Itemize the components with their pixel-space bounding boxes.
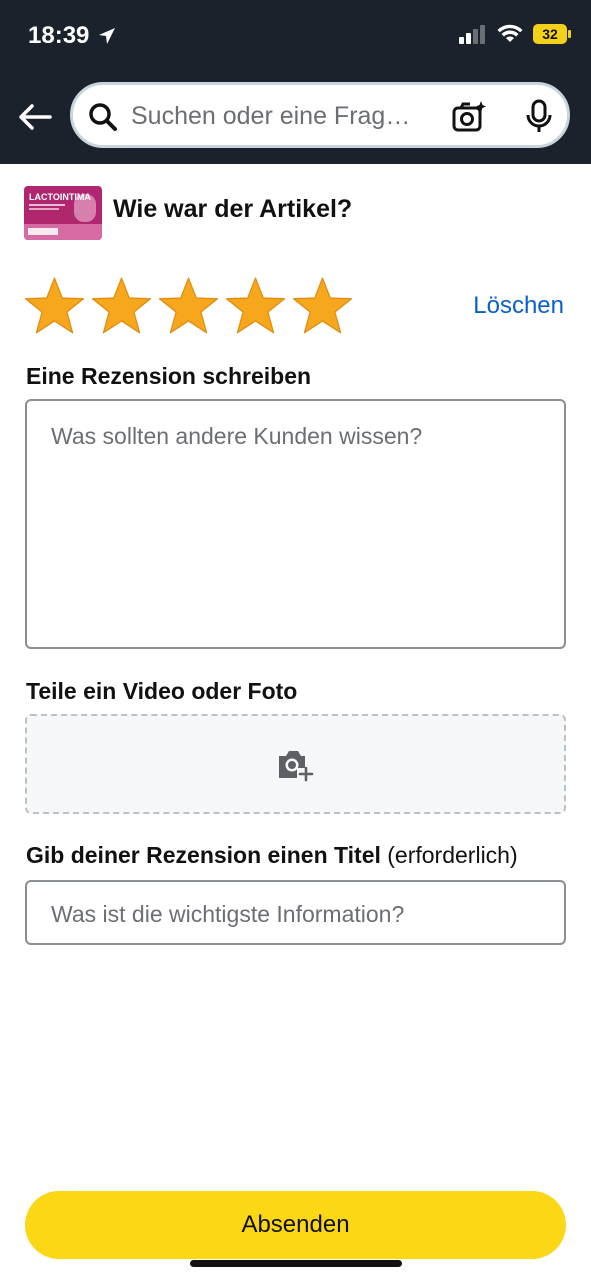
media-upload-zone[interactable] bbox=[25, 714, 566, 814]
rating-question-heading: Wie war der Artikel? bbox=[113, 195, 353, 223]
wifi-icon bbox=[497, 24, 523, 42]
camera-search-icon[interactable] bbox=[451, 99, 487, 135]
top-header: 18:39 32 Suchen oder eine Frag… bbox=[0, 0, 591, 164]
camera-plus-icon bbox=[279, 751, 314, 782]
star-icon-5[interactable] bbox=[292, 276, 353, 337]
star-rating[interactable] bbox=[24, 276, 353, 340]
clock: 18:39 bbox=[28, 22, 90, 49]
title-label: Gib deiner Rezension einen Titel (erford… bbox=[26, 842, 518, 869]
microphone-icon[interactable] bbox=[523, 99, 555, 135]
title-label-strong: Gib deiner Rezension einen Titel bbox=[26, 842, 381, 868]
title-placeholder: Was ist die wichtigste Information? bbox=[51, 901, 405, 927]
status-bar-time: 18:39 bbox=[28, 22, 117, 50]
search-icon bbox=[89, 103, 117, 131]
status-bar-indicators: 32 bbox=[459, 24, 571, 44]
review-label: Eine Rezension schreiben bbox=[26, 363, 312, 389]
home-indicator bbox=[190, 1260, 402, 1267]
star-icon-2[interactable] bbox=[91, 276, 152, 337]
product-image: LACTOINTIMA bbox=[24, 186, 102, 240]
star-icon-1[interactable] bbox=[24, 276, 85, 337]
product-thumb-text: LACTOINTIMA bbox=[29, 192, 91, 202]
delete-rating-link[interactable]: Löschen bbox=[473, 292, 564, 320]
star-icon-4[interactable] bbox=[225, 276, 286, 337]
review-placeholder: Was sollten andere Kunden wissen? bbox=[51, 423, 423, 449]
location-arrow-icon bbox=[99, 28, 116, 44]
title-input[interactable]: Was ist die wichtigste Information? bbox=[25, 880, 566, 945]
media-label: Teile ein Video oder Foto bbox=[26, 678, 298, 704]
submit-button[interactable]: Absenden bbox=[25, 1191, 566, 1259]
search-input[interactable]: Suchen oder eine Frag… bbox=[131, 102, 431, 131]
product-thumbnail: LACTOINTIMA bbox=[24, 186, 102, 240]
cellular-signal-icon bbox=[459, 25, 485, 44]
search-bar[interactable]: Suchen oder eine Frag… bbox=[70, 82, 570, 148]
review-textarea[interactable]: Was sollten andere Kunden wissen? bbox=[25, 399, 566, 649]
battery-indicator: 32 bbox=[533, 24, 571, 44]
back-arrow-icon[interactable] bbox=[16, 98, 54, 136]
star-icon-3[interactable] bbox=[158, 276, 219, 337]
review-page: 18:39 32 Suchen oder eine Frag… LACTOINT… bbox=[0, 0, 591, 1280]
title-label-required: (erforderlich) bbox=[380, 842, 518, 868]
